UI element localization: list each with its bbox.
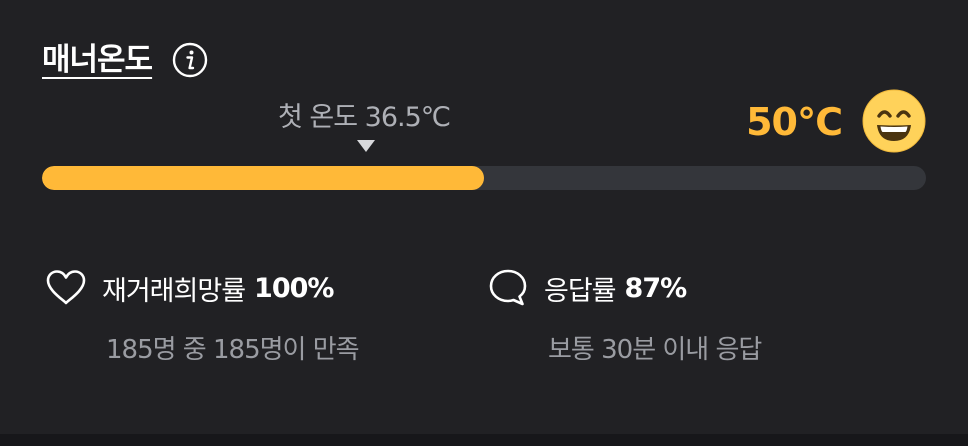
response-time-description: 보통 30분 이내 응답 xyxy=(548,335,762,365)
response-rate-stat: 응답률 87% 보통 30분 이내 응답 xyxy=(486,266,762,365)
heart-icon xyxy=(44,266,88,310)
manner-temperature-bar-fill xyxy=(42,166,484,190)
rebuy-rate-label: 재거래희망률 xyxy=(102,275,246,307)
current-temperature: 50℃ xyxy=(746,100,843,144)
rebuy-rate-description: 185명 중 185명이 만족 xyxy=(106,335,360,365)
response-rate-value: 87% xyxy=(624,272,688,304)
smiley-face-icon xyxy=(862,89,926,153)
rebuy-rate-value: 100% xyxy=(254,272,334,304)
first-temperature-marker xyxy=(357,140,375,152)
info-icon[interactable] xyxy=(172,42,208,78)
speech-bubble-icon xyxy=(486,266,530,310)
rebuy-rate-stat: 재거래희망률 100% 185명 중 185명이 만족 xyxy=(44,266,360,365)
manner-temperature-header: 매너온도 xyxy=(42,40,208,80)
bottom-divider xyxy=(0,434,968,446)
first-temperature-label: 첫 온도 36.5℃ xyxy=(278,102,451,133)
manner-temperature-bar xyxy=(42,166,926,190)
manner-temperature-title[interactable]: 매너온도 xyxy=(42,40,153,80)
response-rate-label: 응답률 xyxy=(544,275,617,307)
